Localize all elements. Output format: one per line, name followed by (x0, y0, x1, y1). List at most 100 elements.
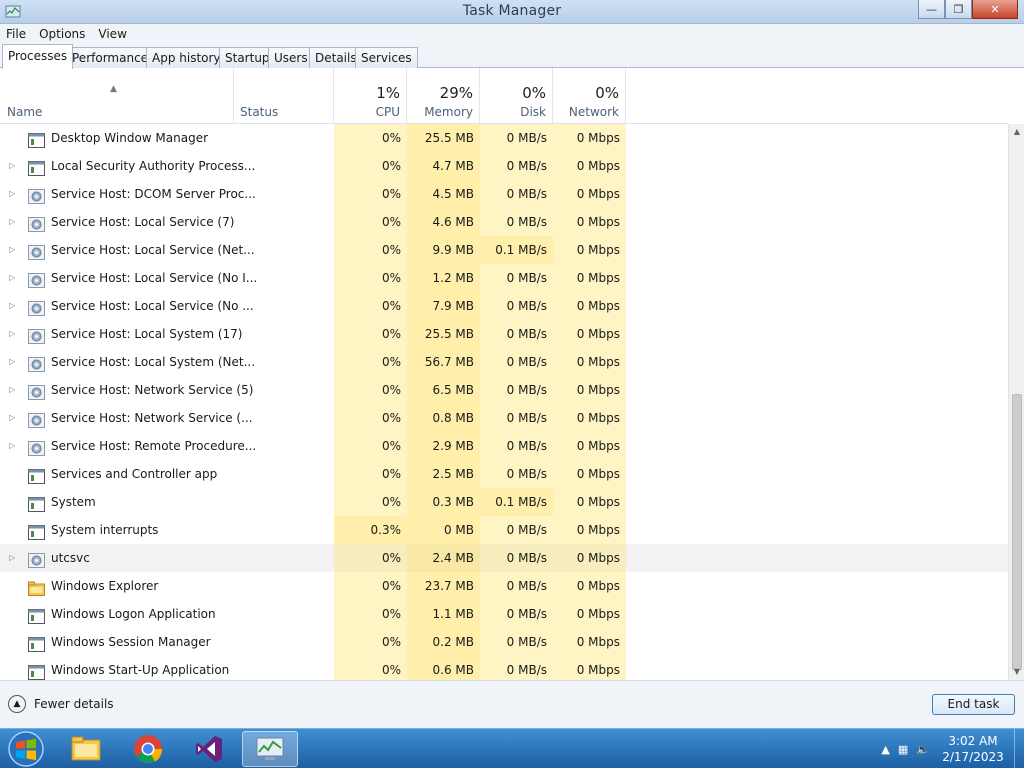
process-name-cell: ▷ Service Host: DCOM Server Proc... (0, 180, 256, 208)
title-bar: Task Manager — ❐ ✕ (0, 0, 1024, 24)
table-row[interactable]: Services and Controller app 0% 2.5 MB 0 MB/… (0, 460, 1008, 488)
table-row[interactable]: ▷ utcsvc 0% 2.4 MB 0 MB/s 0 Mbps (0, 544, 1008, 572)
table-row[interactable]: System interrupts 0.3% 0 MB 0 MB/s 0 Mbps (0, 516, 1008, 544)
expand-chevron-icon[interactable]: ▷ (9, 320, 19, 348)
tab-users[interactable]: Users (268, 47, 314, 68)
expand-chevron-icon[interactable]: ▷ (9, 180, 19, 208)
table-row[interactable]: Windows Logon Application 0% 1.1 MB 0 MB/s 0… (0, 600, 1008, 628)
network-cell: 0 Mbps (553, 264, 626, 292)
table-row[interactable]: Windows Start-Up Application 0% 0.6 MB 0 MB… (0, 656, 1008, 680)
tab-services[interactable]: Services (355, 47, 418, 68)
disk-cell: 0 MB/s (480, 292, 553, 320)
end-task-button[interactable]: End task (932, 694, 1015, 715)
column-network[interactable]: 0% Network (553, 68, 626, 124)
status-cell (234, 264, 334, 292)
table-row[interactable]: Windows Explorer 0% 23.7 MB 0 MB/s 0 Mbps (0, 572, 1008, 600)
table-row[interactable]: ▷ Service Host: Local Service (No I... 0% 1… (0, 264, 1008, 292)
disk-cell: 0.1 MB/s (480, 488, 553, 516)
vertical-scrollbar[interactable]: ▲ ▼ (1008, 124, 1024, 680)
memory-cell: 0 MB (407, 516, 480, 544)
network-icon[interactable]: ▦ (898, 743, 908, 756)
expand-chevron-icon[interactable]: ▷ (9, 208, 19, 236)
scroll-up-icon[interactable]: ▲ (1009, 124, 1024, 140)
process-name: Services and Controller app (51, 467, 218, 481)
close-button[interactable]: ✕ (972, 0, 1018, 19)
processes-panel: ▲ Name Status 1% CPU 29% Memory 0% Disk … (0, 68, 1024, 680)
column-memory[interactable]: 29% Memory (407, 68, 480, 124)
table-row[interactable]: ▷ Service Host: Local Service (Net... 0% 9.… (0, 236, 1008, 264)
tab-performance[interactable]: Performance (66, 47, 155, 68)
menu-options[interactable]: Options (32, 27, 91, 41)
taskbar-chrome[interactable] (120, 731, 176, 767)
column-cpu-label: CPU (375, 105, 400, 119)
status-cell (234, 404, 334, 432)
memory-cell: 0.2 MB (407, 628, 480, 656)
tab-processes[interactable]: Processes (2, 44, 74, 69)
table-row[interactable]: ▷ Service Host: Network Service (5) 0% 6.5 … (0, 376, 1008, 404)
start-button[interactable] (4, 730, 48, 768)
network-cell: 0 Mbps (553, 600, 626, 628)
column-disk[interactable]: 0% Disk (480, 68, 553, 124)
table-row[interactable]: ▷ Service Host: Network Service (... 0% 0.8… (0, 404, 1008, 432)
menu-file[interactable]: File (0, 27, 32, 41)
process-name: Local Security Authority Process... (51, 159, 256, 173)
table-row[interactable]: ▷ Service Host: Local Service (7) 0% 4.6 MB… (0, 208, 1008, 236)
expand-chevron-icon[interactable]: ▷ (9, 348, 19, 376)
clock[interactable]: 3:02 AM 2/17/2023 (938, 733, 1008, 765)
tab-app-history[interactable]: App history (146, 47, 227, 68)
table-row[interactable]: Windows Session Manager 0% 0.2 MB 0 MB/s 0 M… (0, 628, 1008, 656)
expand-chevron-icon[interactable]: ▷ (9, 152, 19, 180)
table-row[interactable]: ▷ Service Host: DCOM Server Proc... 0% 4.5 … (0, 180, 1008, 208)
expand-chevron-icon[interactable]: ▷ (9, 544, 19, 572)
table-row[interactable]: ▷ Service Host: Local System (Net... 0% 56.… (0, 348, 1008, 376)
table-row[interactable]: System 0% 0.3 MB 0.1 MB/s 0 Mbps (0, 488, 1008, 516)
table-row[interactable]: ▷ Service Host: Local System (17) 0% 25.5 M… (0, 320, 1008, 348)
maximize-button[interactable]: ❐ (945, 0, 972, 19)
expand-chevron-icon[interactable]: ▷ (9, 432, 19, 460)
minimize-button[interactable]: — (918, 0, 945, 19)
network-total: 0% (595, 84, 619, 102)
column-cpu[interactable]: 1% CPU (334, 68, 407, 124)
menu-view[interactable]: View (91, 27, 132, 41)
fewer-details-toggle[interactable]: ▲ Fewer details (8, 695, 114, 713)
memory-cell: 7.9 MB (407, 292, 480, 320)
memory-total: 29% (439, 84, 473, 102)
memory-cell: 56.7 MB (407, 348, 480, 376)
close-icon: ✕ (990, 2, 1000, 16)
expand-chevron-icon[interactable]: ▷ (9, 236, 19, 264)
taskbar-task-manager[interactable] (242, 731, 298, 767)
taskbar-visual-studio[interactable] (181, 731, 237, 767)
scroll-thumb[interactable] (1012, 394, 1022, 670)
expand-chevron-icon[interactable]: ▷ (9, 292, 19, 320)
table-row[interactable]: Desktop Window Manager 0% 25.5 MB 0 MB/s 0 M… (0, 124, 1008, 152)
expand-chevron-icon[interactable]: ▷ (9, 264, 19, 292)
table-row[interactable]: ▷ Local Security Authority Process... 0% 4.… (0, 152, 1008, 180)
expand-chevron-icon[interactable]: ▷ (9, 376, 19, 404)
process-name: Windows Logon Application (51, 607, 216, 621)
cpu-total: 1% (376, 84, 400, 102)
window-app-icon (28, 158, 45, 176)
network-cell: 0 Mbps (553, 152, 626, 180)
process-name-cell: ▷ Service Host: Local Service (No ... (0, 292, 254, 320)
column-name[interactable]: ▲ Name (0, 68, 234, 124)
process-name: utcsvc (51, 551, 90, 565)
network-cell: 0 Mbps (553, 208, 626, 236)
scroll-down-icon[interactable]: ▼ (1009, 664, 1024, 680)
cpu-cell: 0% (334, 208, 407, 236)
show-desktop-button[interactable] (1014, 729, 1024, 768)
show-hidden-icons-icon[interactable]: ▲ (881, 743, 889, 756)
cpu-cell: 0% (334, 432, 407, 460)
status-cell (234, 516, 334, 544)
memory-cell: 9.9 MB (407, 236, 480, 264)
table-row[interactable]: ▷ Service Host: Local Service (No ... 0% 7.… (0, 292, 1008, 320)
column-status[interactable]: Status (234, 68, 334, 124)
table-row[interactable]: ▷ Service Host: Remote Procedure... 0% 2.9 … (0, 432, 1008, 460)
network-cell: 0 Mbps (553, 572, 626, 600)
gear-icon (28, 270, 45, 288)
process-name-cell: Windows Logon Application (0, 600, 234, 628)
volume-icon[interactable]: 🔈 (916, 743, 930, 756)
column-network-label: Network (568, 105, 619, 119)
taskbar-file-explorer[interactable] (58, 731, 114, 767)
memory-cell: 0.6 MB (407, 656, 480, 680)
expand-chevron-icon[interactable]: ▷ (9, 404, 19, 432)
